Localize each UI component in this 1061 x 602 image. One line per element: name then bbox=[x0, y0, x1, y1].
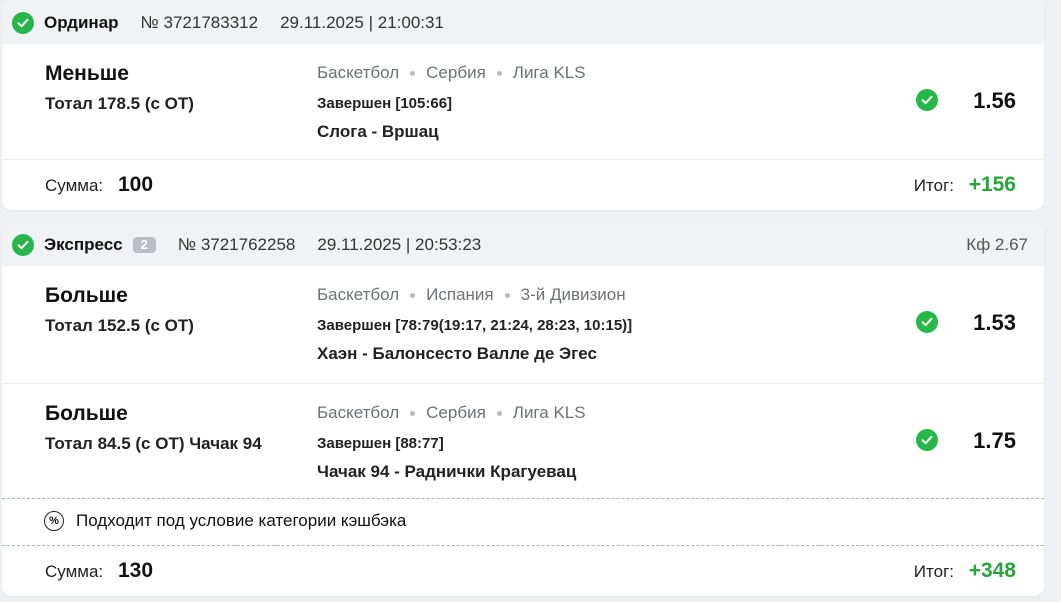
selection-odds: 1.75 bbox=[973, 428, 1016, 453]
match-teams: Слога - Вршац bbox=[317, 122, 439, 141]
country-label: Сербия bbox=[426, 63, 486, 82]
league-label: Лига KLS bbox=[512, 403, 586, 422]
separator-dot bbox=[410, 70, 416, 76]
separator-dot bbox=[410, 410, 416, 416]
selection-pick: Меньше bbox=[45, 62, 129, 85]
total-coefficient: Кф 2.67 bbox=[966, 235, 1028, 254]
selection-market: Тотал 178.5 (с ОТ) bbox=[45, 94, 194, 113]
separator-dot bbox=[504, 292, 510, 298]
separator-dot bbox=[496, 410, 502, 416]
bet-footer: Сумма: 100 Итог: +156 bbox=[2, 159, 1044, 210]
sum-value: 100 bbox=[118, 173, 154, 196]
bet-card-express[interactable]: Экспресс 2 № 3721762258 29.11.2025 | 20:… bbox=[2, 224, 1044, 596]
match-teams: Хаэн - Балонсесто Валле де Эгес bbox=[317, 344, 597, 363]
selection-meta: Баскетбол Сербия Лига KLS bbox=[317, 63, 586, 83]
check-circle-icon bbox=[12, 12, 34, 34]
match-teams: Чачак 94 - Раднички Крагуевац bbox=[317, 462, 577, 481]
match-status: Завершен [88:77] bbox=[317, 435, 444, 452]
bet-card-header: Ординар № 3721783312 29.11.2025 | 21:00:… bbox=[2, 2, 1044, 44]
separator-dot bbox=[410, 292, 416, 298]
bet-footer: Сумма: 130 Итог: +348 bbox=[2, 545, 1044, 596]
result-value: +348 bbox=[968, 559, 1016, 582]
check-circle-icon bbox=[916, 89, 938, 111]
cashback-text: Подходит под условие категории кэшбэка bbox=[76, 511, 407, 530]
selection-row[interactable]: Больше Тотал 152.5 (с ОТ) Баскетбол Испа… bbox=[2, 266, 1044, 384]
result-label: Итог: bbox=[913, 562, 954, 581]
selection-meta: Баскетбол Испания 3-й Дивизион bbox=[317, 285, 626, 305]
sport-label: Баскетбол bbox=[317, 63, 400, 82]
selection-count-badge: 2 bbox=[132, 237, 156, 253]
result-value: +156 bbox=[968, 173, 1016, 196]
country-label: Сербия bbox=[426, 403, 486, 422]
bet-date: 29.11.2025 | 20:53:23 bbox=[317, 235, 482, 254]
selection-row[interactable]: Меньше Тотал 178.5 (с ОТ) Баскетбол Серб… bbox=[2, 44, 1044, 161]
bet-card-single[interactable]: Ординар № 3721783312 29.11.2025 | 21:00:… bbox=[2, 2, 1044, 210]
sum-value: 130 bbox=[118, 559, 154, 582]
selection-odds: 1.53 bbox=[973, 310, 1016, 335]
match-status: Завершен [78:79(19:17, 21:24, 28:23, 10:… bbox=[317, 317, 633, 334]
selection-meta: Баскетбол Сербия Лига KLS bbox=[317, 403, 586, 423]
league-label: Лига KLS bbox=[512, 63, 586, 82]
result-label: Итог: bbox=[913, 176, 954, 195]
sum-label: Сумма: bbox=[45, 562, 104, 581]
selection-market: Тотал 152.5 (с ОТ) bbox=[45, 316, 194, 335]
country-label: Испания bbox=[426, 285, 494, 304]
league-label: 3-й Дивизион bbox=[520, 285, 626, 304]
selection-pick: Больше bbox=[45, 402, 128, 425]
bet-number: № 3721783312 bbox=[140, 13, 259, 32]
match-status: Завершен [105:66] bbox=[317, 95, 453, 112]
percent-circle-icon: % bbox=[44, 511, 64, 531]
check-circle-icon bbox=[916, 429, 938, 451]
bet-type: Ординар bbox=[44, 13, 119, 32]
sport-label: Баскетбол bbox=[317, 285, 400, 304]
selection-pick: Больше bbox=[45, 284, 128, 307]
check-circle-icon bbox=[916, 311, 938, 333]
bet-card-header: Экспресс 2 № 3721762258 29.11.2025 | 20:… bbox=[2, 224, 1044, 266]
separator-dot bbox=[496, 70, 502, 76]
bet-type: Экспресс bbox=[44, 235, 123, 254]
sum-label: Сумма: bbox=[45, 176, 104, 195]
sport-label: Баскетбол bbox=[317, 403, 400, 422]
check-circle-icon bbox=[12, 234, 34, 256]
selection-odds: 1.56 bbox=[973, 88, 1016, 113]
cashback-notice: % Подходит под условие категории кэшбэка bbox=[2, 498, 1044, 543]
selection-market: Тотал 84.5 (с ОТ) Чачак 94 bbox=[45, 434, 262, 453]
selection-row[interactable]: Больше Тотал 84.5 (с ОТ) Чачак 94 Баскет… bbox=[2, 384, 1044, 501]
bet-date: 29.11.2025 | 21:00:31 bbox=[280, 13, 444, 32]
bet-number: № 3721762258 bbox=[177, 235, 296, 254]
